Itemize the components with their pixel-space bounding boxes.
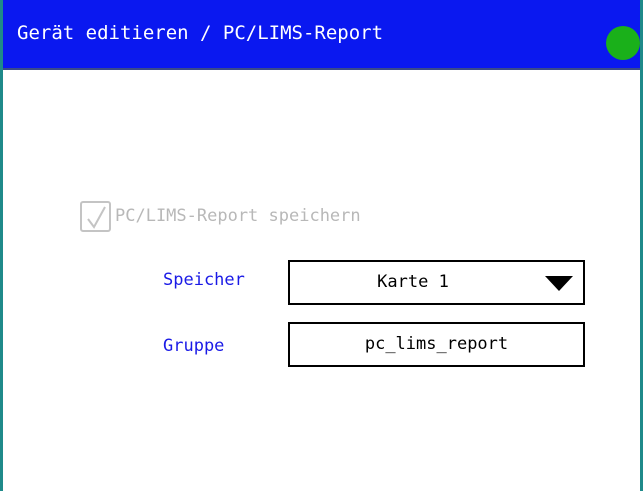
speicher-selected-value: Karte 1 (377, 272, 449, 292)
triangle-down-icon[interactable] (545, 276, 573, 292)
gruppe-input[interactable]: pc_lims_report (288, 322, 585, 367)
speicher-dropdown[interactable]: Karte 1 (288, 260, 585, 305)
save-report-option: PC/LIMS-Report speichern (80, 198, 361, 234)
checkmark-icon (87, 206, 106, 229)
save-report-checkbox[interactable] (80, 200, 111, 232)
speicher-label: Speicher (163, 270, 245, 290)
dialog-window: Gerät editieren / PC/LIMS-Report PC/LIMS… (0, 0, 643, 491)
status-indicator-icon (606, 26, 640, 60)
gruppe-label: Gruppe (163, 336, 225, 356)
save-report-label: PC/LIMS-Report speichern (115, 206, 361, 226)
title-bar: Gerät editieren / PC/LIMS-Report (3, 0, 640, 70)
window-title: Gerät editieren / PC/LIMS-Report (17, 22, 384, 44)
